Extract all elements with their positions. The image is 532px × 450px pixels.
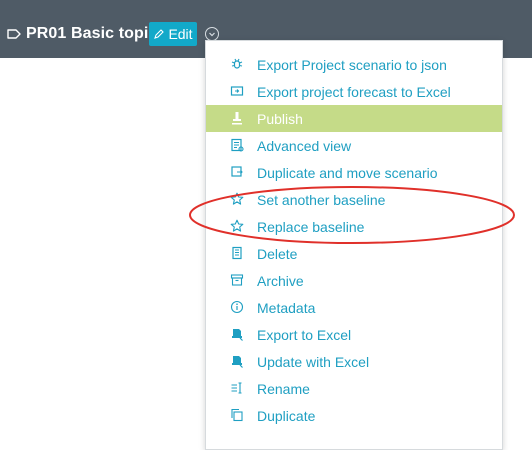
trash-icon: [232, 246, 242, 260]
menu-item-label: Replace baseline: [257, 218, 365, 235]
menu-item-update-excel[interactable]: Update with Excel: [206, 348, 502, 375]
menu-item-label: Publish: [257, 110, 303, 127]
menu-item-export-excel[interactable]: Export to Excel: [206, 321, 502, 348]
menu-item-advanced-view[interactable]: Advanced view: [206, 132, 502, 159]
menu-item-replace-baseline[interactable]: Replace baseline: [206, 213, 502, 240]
duplicate-move-icon: [231, 166, 243, 177]
menu-item-label: Set another baseline: [257, 191, 386, 208]
rename-icon: [231, 382, 242, 394]
menu-item-rename[interactable]: Rename: [206, 375, 502, 402]
edit-button-label: Edit: [168, 26, 193, 42]
menu-item-duplicate-move[interactable]: Duplicate and move scenario: [206, 159, 502, 186]
pencil-icon: [154, 29, 165, 39]
tag-icon: [7, 29, 21, 39]
menu-item-export-forecast[interactable]: Export project forecast to Excel: [206, 78, 502, 105]
menu-item-label: Duplicate and move scenario: [257, 164, 438, 181]
bug-icon: [231, 58, 243, 69]
menu-item-delete[interactable]: Delete: [206, 240, 502, 267]
copy-icon: [231, 408, 243, 422]
more-options-toggle[interactable]: [205, 27, 219, 41]
excel-export-icon: [232, 329, 243, 341]
chevron-down-icon: [209, 32, 215, 37]
star-icon: [230, 192, 244, 205]
project-title: PR01 Basic topics: [26, 25, 167, 42]
menu-item-publish[interactable]: Publish: [206, 105, 502, 132]
menu-item-label: Duplicate: [257, 407, 316, 424]
menu-item-label: Export Project scenario to json: [257, 56, 447, 73]
menu-item-archive[interactable]: Archive: [206, 267, 502, 294]
edit-button[interactable]: Edit: [149, 22, 197, 46]
menu-item-label: Delete: [257, 245, 298, 262]
menu-item-label: Metadata: [257, 299, 316, 316]
menu-item-label: Archive: [257, 272, 304, 289]
menu-item-label: Export to Excel: [257, 326, 352, 343]
actions-dropdown-menu: Export Project scenario to json Export p…: [205, 40, 503, 450]
menu-item-metadata[interactable]: Metadata: [206, 294, 502, 321]
export-box-icon: [230, 86, 244, 96]
menu-item-set-another-baseline[interactable]: Set another baseline: [206, 186, 502, 213]
menu-item-export-json[interactable]: Export Project scenario to json: [206, 51, 502, 78]
archive-icon: [230, 274, 244, 286]
project-title-group: PR01 Basic topics: [6, 22, 166, 46]
info-icon: [230, 300, 244, 314]
menu-item-label: Rename: [257, 380, 310, 397]
star-icon: [230, 219, 244, 232]
list-view-icon: [231, 138, 244, 152]
menu-item-label: Export project forecast to Excel: [257, 83, 451, 100]
menu-item-duplicate[interactable]: Duplicate: [206, 402, 502, 429]
publish-icon: [232, 112, 242, 125]
menu-item-label: Update with Excel: [257, 353, 370, 370]
menu-item-label: Advanced view: [257, 137, 352, 154]
excel-update-icon: [232, 356, 243, 368]
